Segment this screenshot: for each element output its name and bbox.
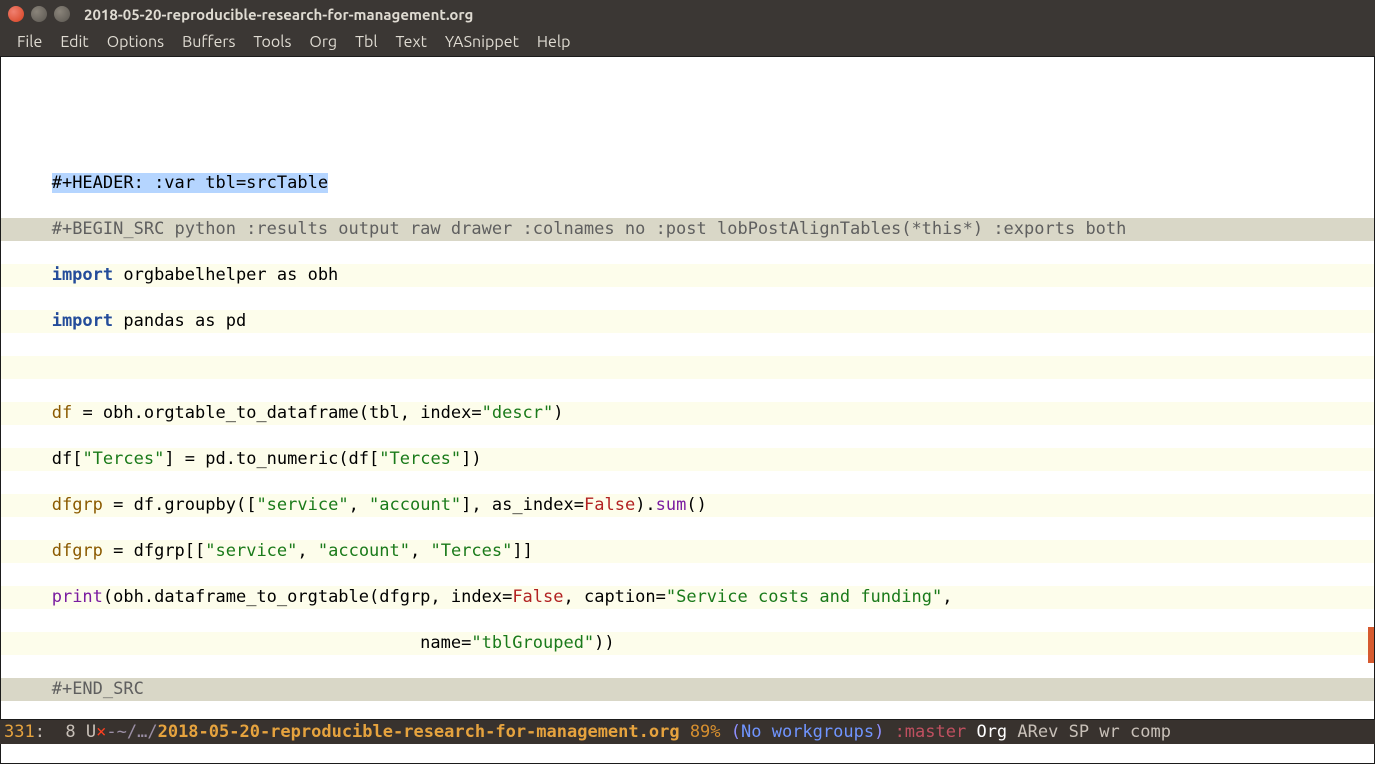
src-line: dfgrp = df.groupby(["service", "account"… <box>1 494 1374 517</box>
ml-line-number: 331 <box>4 722 35 742</box>
maximize-icon[interactable] <box>54 6 70 22</box>
modeline[interactable]: 331: 8 U×-~/…/2018-05-20-reproducible-re… <box>0 720 1375 744</box>
menu-tools[interactable]: Tools <box>246 31 298 53</box>
menu-text[interactable]: Text <box>389 31 434 53</box>
menubar: File Edit Options Buffers Tools Org Tbl … <box>0 28 1375 56</box>
src-line: import pandas as pd <box>1 310 1374 333</box>
ml-paren: ( <box>731 722 741 742</box>
menu-yasnippet[interactable]: YASnippet <box>438 31 526 53</box>
src-end-line: #+END_SRC <box>1 678 1374 701</box>
src-line <box>1 356 1374 379</box>
ml-path: -~/…/ <box>106 722 157 742</box>
src-line: print(obh.dataframe_to_orgtable(dfgrp, i… <box>1 586 1374 609</box>
titlebar[interactable]: 2018-05-20-reproducible-research-for-man… <box>0 0 1375 28</box>
ml-filename: 2018-05-20-reproducible-research-for-man… <box>158 722 680 742</box>
menu-buffers[interactable]: Buffers <box>175 31 242 53</box>
ml-coding: U <box>86 722 96 742</box>
minimize-icon[interactable] <box>31 6 47 22</box>
close-icon[interactable] <box>8 6 24 22</box>
window-controls <box>8 6 70 22</box>
ml-col: : 8 <box>35 722 86 742</box>
ml-vc-branch: :master <box>895 722 977 742</box>
src-line: dfgrp = dfgrp[["service", "account", "Te… <box>1 540 1374 563</box>
window-title: 2018-05-20-reproducible-research-for-man… <box>84 6 473 23</box>
ml-modified-icon: × <box>96 722 106 742</box>
ml-major-mode: Org <box>976 722 1007 742</box>
src-line: df["Terces"] = pd.to_numeric(df["Terces"… <box>1 448 1374 471</box>
src-line: df = obh.orgtable_to_dataframe(tbl, inde… <box>1 402 1374 425</box>
src-begin-line: #+BEGIN_SRC python :results output raw d… <box>1 218 1374 241</box>
menu-org[interactable]: Org <box>302 31 344 53</box>
menu-help[interactable]: Help <box>530 31 578 53</box>
ml-position: 89% <box>680 722 731 742</box>
menu-options[interactable]: Options <box>100 31 171 53</box>
emacs-window: 2018-05-20-reproducible-research-for-man… <box>0 0 1375 764</box>
editor-buffer[interactable]: #+HEADER: :var tbl=srcTable #+BEGIN_SRC … <box>0 56 1375 720</box>
menu-edit[interactable]: Edit <box>53 31 95 53</box>
org-header: #+HEADER: :var tbl=srcTable <box>52 173 328 193</box>
scroll-indicator[interactable] <box>1368 627 1374 663</box>
src-line: import orgbabelhelper as obh <box>1 264 1374 287</box>
ml-workgroups: No workgroups <box>741 722 874 742</box>
menu-file[interactable]: File <box>10 31 49 53</box>
ml-minor-modes: ARev SP wr comp <box>1007 722 1171 742</box>
ml-paren: ) <box>874 722 894 742</box>
menu-tbl[interactable]: Tbl <box>348 31 384 53</box>
src-line: name="tblGrouped")) <box>1 632 1374 655</box>
minibuffer[interactable] <box>0 744 1375 764</box>
